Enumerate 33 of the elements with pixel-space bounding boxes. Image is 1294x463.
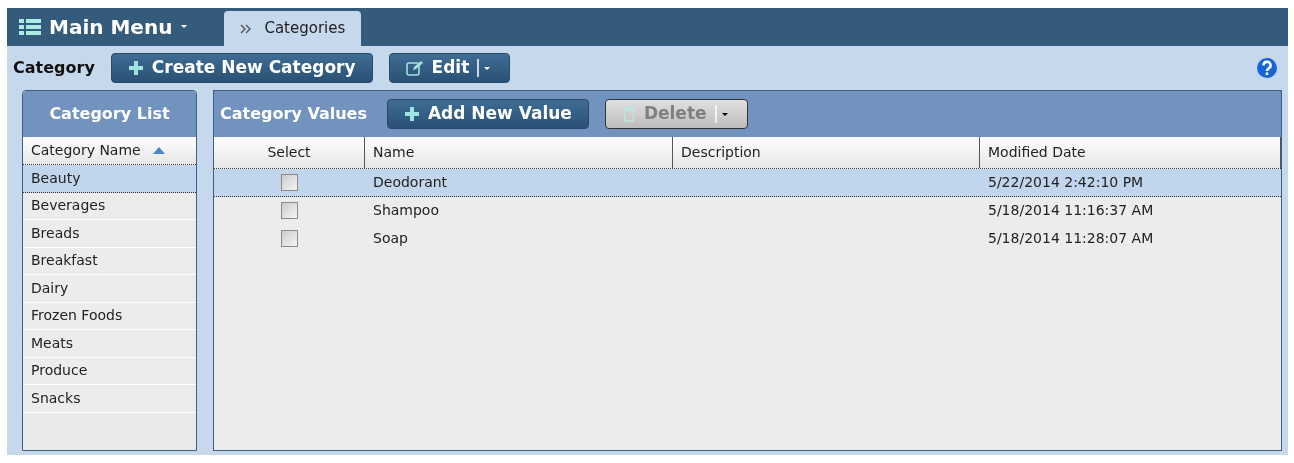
column-header[interactable]: Description <box>673 137 980 168</box>
caret-icon <box>714 105 731 123</box>
select-checkbox[interactable] <box>281 202 298 219</box>
table-cell-text: Soap <box>372 229 409 248</box>
column-header[interactable]: Category Name <box>23 137 196 165</box>
main-menu-button[interactable]: Main Menu <box>19 12 189 42</box>
column-header[interactable]: Select <box>214 137 365 168</box>
breadcrumb-tab[interactable]: Categories <box>224 11 362 46</box>
category-row[interactable]: Beauty <box>23 165 196 193</box>
table-cell-text: Deodorant <box>372 173 449 192</box>
help-icon[interactable] <box>1256 57 1278 79</box>
panel-title: Category Values <box>220 103 367 125</box>
value-row[interactable]: Deodorant 5/22/2014 2:42:10 PM <box>214 169 1281 197</box>
panel-title: Category List <box>49 103 170 125</box>
trash-icon <box>621 106 636 122</box>
select-checkbox[interactable] <box>281 230 298 247</box>
pencil-square-icon <box>405 60 424 76</box>
plus-icon <box>127 60 144 76</box>
list-icon <box>19 19 41 35</box>
column-header[interactable]: Modified Date <box>980 137 1281 168</box>
section-label: Category <box>13 57 95 79</box>
create-button[interactable]: Create New Category <box>110 53 373 83</box>
table-cell-text: 5/18/2014 11:28:07 AM <box>987 229 1155 248</box>
plus-icon <box>403 106 420 122</box>
column-header[interactable]: Name <box>365 137 673 168</box>
add-button[interactable]: Add New Value <box>386 99 589 129</box>
edit-button[interactable]: Edit <box>388 53 511 83</box>
select-checkbox[interactable] <box>281 174 298 191</box>
table-cell-text: 5/18/2014 11:16:37 AM <box>987 201 1155 220</box>
table-cell-text: 5/22/2014 2:42:10 PM <box>987 173 1145 192</box>
chevrons-right-icon <box>240 23 253 34</box>
table-cell-text: Shampoo <box>372 201 440 220</box>
caret-icon <box>180 24 189 30</box>
